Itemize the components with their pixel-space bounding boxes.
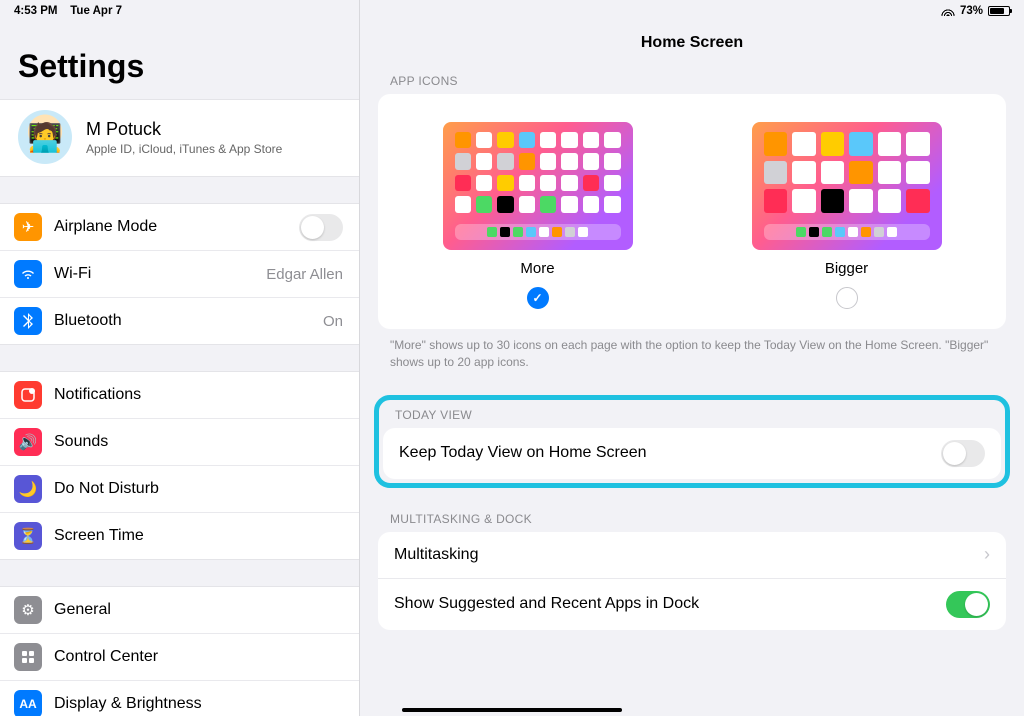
chevron-right-icon: › — [984, 544, 990, 565]
battery-percent: 73% — [960, 5, 983, 17]
sidebar-item-dnd[interactable]: 🌙 Do Not Disturb — [0, 465, 359, 512]
sidebar-item-sounds[interactable]: 🔊 Sounds — [0, 418, 359, 465]
sidebar-item-controlcenter[interactable]: Control Center — [0, 633, 359, 680]
settings-sidebar: Settings 🧑‍💻 M Potuck Apple ID, iCloud, … — [0, 0, 360, 716]
keep-todayview-label: Keep Today View on Home Screen — [399, 444, 647, 462]
bluetooth-icon — [14, 307, 42, 335]
wifi-label: Wi-Fi — [54, 265, 254, 283]
multitasking-label: Multitasking — [394, 546, 478, 564]
sidebar-group-connectivity: ✈ Airplane Mode Wi-Fi Edgar Allen Blueto… — [0, 203, 359, 345]
display-icon: AA — [14, 690, 42, 716]
sidebar-item-display[interactable]: AA Display & Brightness — [0, 680, 359, 716]
row-keep-todayview[interactable]: Keep Today View on Home Screen — [383, 428, 1001, 479]
controlcenter-icon — [14, 643, 42, 671]
preview-more — [443, 122, 633, 250]
wifi-icon — [14, 260, 42, 288]
status-bar: 4:53 PM Tue Apr 7 73% — [0, 0, 1024, 22]
apple-id-row[interactable]: 🧑‍💻 M Potuck Apple ID, iCloud, iTunes & … — [0, 99, 359, 177]
airplane-toggle[interactable] — [299, 214, 343, 241]
dnd-label: Do Not Disturb — [54, 480, 343, 498]
appicons-option-more[interactable]: More — [443, 122, 633, 309]
sidebar-item-screentime[interactable]: ⏳ Screen Time — [0, 512, 359, 559]
general-label: General — [54, 601, 343, 619]
suggested-label: Show Suggested and Recent Apps in Dock — [394, 595, 699, 613]
sidebar-item-general[interactable]: ⚙ General — [0, 587, 359, 633]
general-icon: ⚙ — [14, 596, 42, 624]
status-date: Tue Apr 7 — [70, 5, 122, 17]
controlcenter-label: Control Center — [54, 648, 343, 666]
preview-bigger — [752, 122, 942, 250]
sidebar-item-airplane[interactable]: ✈ Airplane Mode — [0, 204, 359, 250]
option-bigger-label: Bigger — [825, 260, 868, 277]
option-more-label: More — [520, 260, 554, 277]
dnd-icon: 🌙 — [14, 475, 42, 503]
sidebar-group-alerts: Notifications 🔊 Sounds 🌙 Do Not Disturb … — [0, 371, 359, 560]
suggested-toggle[interactable] — [946, 591, 990, 618]
account-subtitle: Apple ID, iCloud, iTunes & App Store — [86, 142, 282, 156]
todayview-highlight: TODAY VIEW Keep Today View on Home Scree… — [374, 395, 1010, 488]
status-time: 4:53 PM — [14, 5, 57, 17]
radio-bigger[interactable] — [836, 287, 858, 309]
sidebar-item-wifi[interactable]: Wi-Fi Edgar Allen — [0, 250, 359, 297]
row-multitasking[interactable]: Multitasking › — [378, 532, 1006, 578]
account-name: M Potuck — [86, 119, 282, 140]
appicons-card: More Bigger — [378, 94, 1006, 329]
radio-more[interactable] — [527, 287, 549, 309]
display-label: Display & Brightness — [54, 695, 343, 713]
sidebar-group-general: ⚙ General Control Center AA Display & Br… — [0, 586, 359, 716]
appicons-header: APP ICONS — [360, 74, 1024, 94]
notifications-icon — [14, 381, 42, 409]
memoji-avatar: 🧑‍💻 — [18, 110, 72, 164]
screentime-label: Screen Time — [54, 527, 343, 545]
battery-icon — [988, 6, 1010, 16]
appicons-option-bigger[interactable]: Bigger — [752, 122, 942, 309]
sidebar-item-bluetooth[interactable]: Bluetooth On — [0, 297, 359, 344]
sounds-icon: 🔊 — [14, 428, 42, 456]
detail-pane: Home Screen APP ICONS More Bigger "Mo — [360, 0, 1024, 716]
airplane-icon: ✈ — [14, 213, 42, 241]
todayview-header: TODAY VIEW — [379, 408, 1005, 428]
page-title: Home Screen — [360, 22, 1024, 74]
wifi-status-icon — [941, 6, 955, 16]
home-indicator[interactable] — [402, 708, 622, 712]
screentime-icon: ⏳ — [14, 522, 42, 550]
row-suggested-apps[interactable]: Show Suggested and Recent Apps in Dock — [378, 578, 1006, 630]
settings-title: Settings — [0, 28, 359, 99]
airplane-label: Airplane Mode — [54, 218, 287, 236]
multitasking-header: MULTITASKING & DOCK — [360, 512, 1024, 532]
keep-todayview-toggle[interactable] — [941, 440, 985, 467]
bluetooth-label: Bluetooth — [54, 312, 311, 330]
notifications-label: Notifications — [54, 386, 343, 404]
bluetooth-value: On — [323, 313, 343, 330]
sidebar-item-notifications[interactable]: Notifications — [0, 372, 359, 418]
sounds-label: Sounds — [54, 433, 343, 451]
appicons-footnote: "More" shows up to 30 icons on each page… — [360, 329, 1024, 371]
wifi-value: Edgar Allen — [266, 266, 343, 283]
